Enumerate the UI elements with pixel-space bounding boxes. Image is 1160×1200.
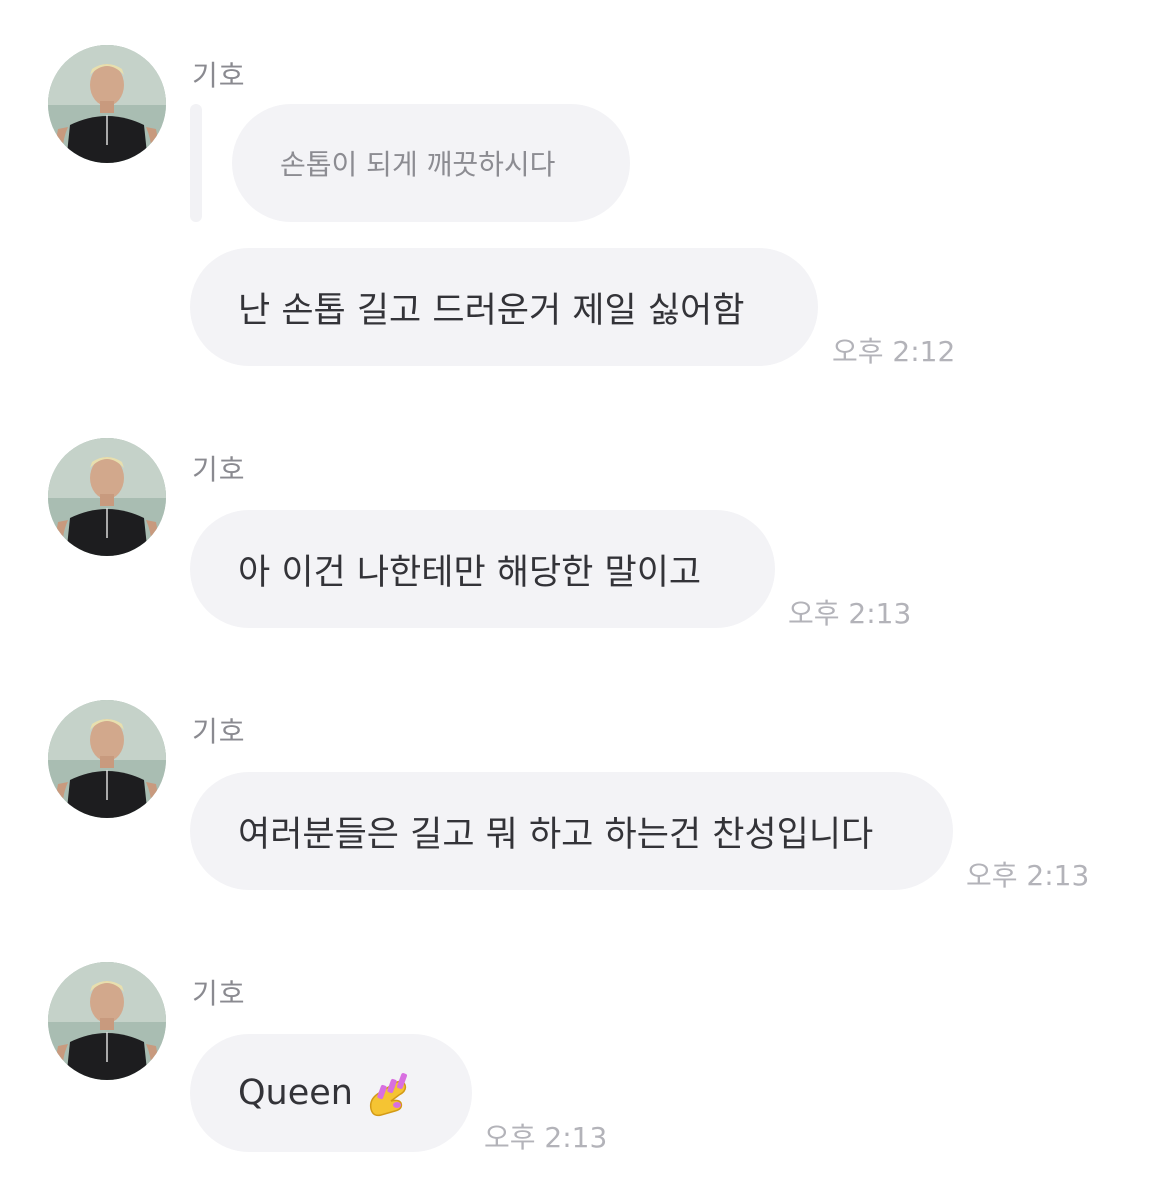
message-group-1: 기호 손톱이 되게 깨끗하시다 난 손톱 길고 드러운거 제일 싫어함 오후 2… (0, 0, 1160, 400)
message-group-4: 기호 Queen 오후 2:13 (0, 924, 1160, 1200)
message-timestamp: 오후 2:13 (484, 1121, 608, 1154)
message-text: 여러분들은 길고 뭐 하고 하는건 찬성입니다 (238, 814, 874, 855)
message-group-3: 기호 여러분들은 길고 뭐 하고 하는건 찬성입니다 오후 2:13 (0, 662, 1160, 924)
avatar-photo (48, 700, 166, 818)
message-text: 난 손톱 길고 드러운거 제일 싫어함 (238, 290, 745, 331)
avatar-photo (48, 438, 166, 556)
message-bubble[interactable]: Queen (190, 1034, 472, 1152)
sender-name: 기호 (192, 715, 246, 748)
nail-polish-icon (369, 1073, 407, 1117)
message-bubble[interactable]: 아 이건 나한테만 해당한 말이고 (190, 510, 775, 628)
avatar[interactable] (48, 700, 166, 818)
sender-name: 기호 (192, 977, 246, 1010)
message-text-row: Queen (238, 1067, 417, 1119)
message-bubble[interactable]: 난 손톱 길고 드러운거 제일 싫어함 (190, 248, 818, 366)
avatar[interactable] (48, 962, 166, 1080)
reply-indicator-bar (190, 104, 202, 222)
message-group-2: 기호 아 이건 나한테만 해당한 말이고 오후 2:13 (0, 400, 1160, 660)
avatar-photo (48, 45, 166, 163)
sender-name: 기호 (192, 453, 246, 486)
message-timestamp: 오후 2:13 (966, 859, 1090, 892)
avatar[interactable] (48, 45, 166, 163)
message-bubble[interactable]: 여러분들은 길고 뭐 하고 하는건 찬성입니다 (190, 772, 953, 890)
message-text: 아 이건 나한테만 해당한 말이고 (238, 552, 702, 593)
avatar-photo (48, 962, 166, 1080)
message-timestamp: 오후 2:12 (832, 335, 956, 368)
sender-name: 기호 (192, 59, 246, 92)
quoted-message-bubble[interactable]: 손톱이 되게 깨끗하시다 (232, 104, 630, 222)
message-timestamp: 오후 2:13 (788, 597, 912, 630)
message-text: Queen (238, 1073, 353, 1113)
avatar[interactable] (48, 438, 166, 556)
quoted-message-text: 손톱이 되게 깨끗하시다 (280, 148, 556, 181)
